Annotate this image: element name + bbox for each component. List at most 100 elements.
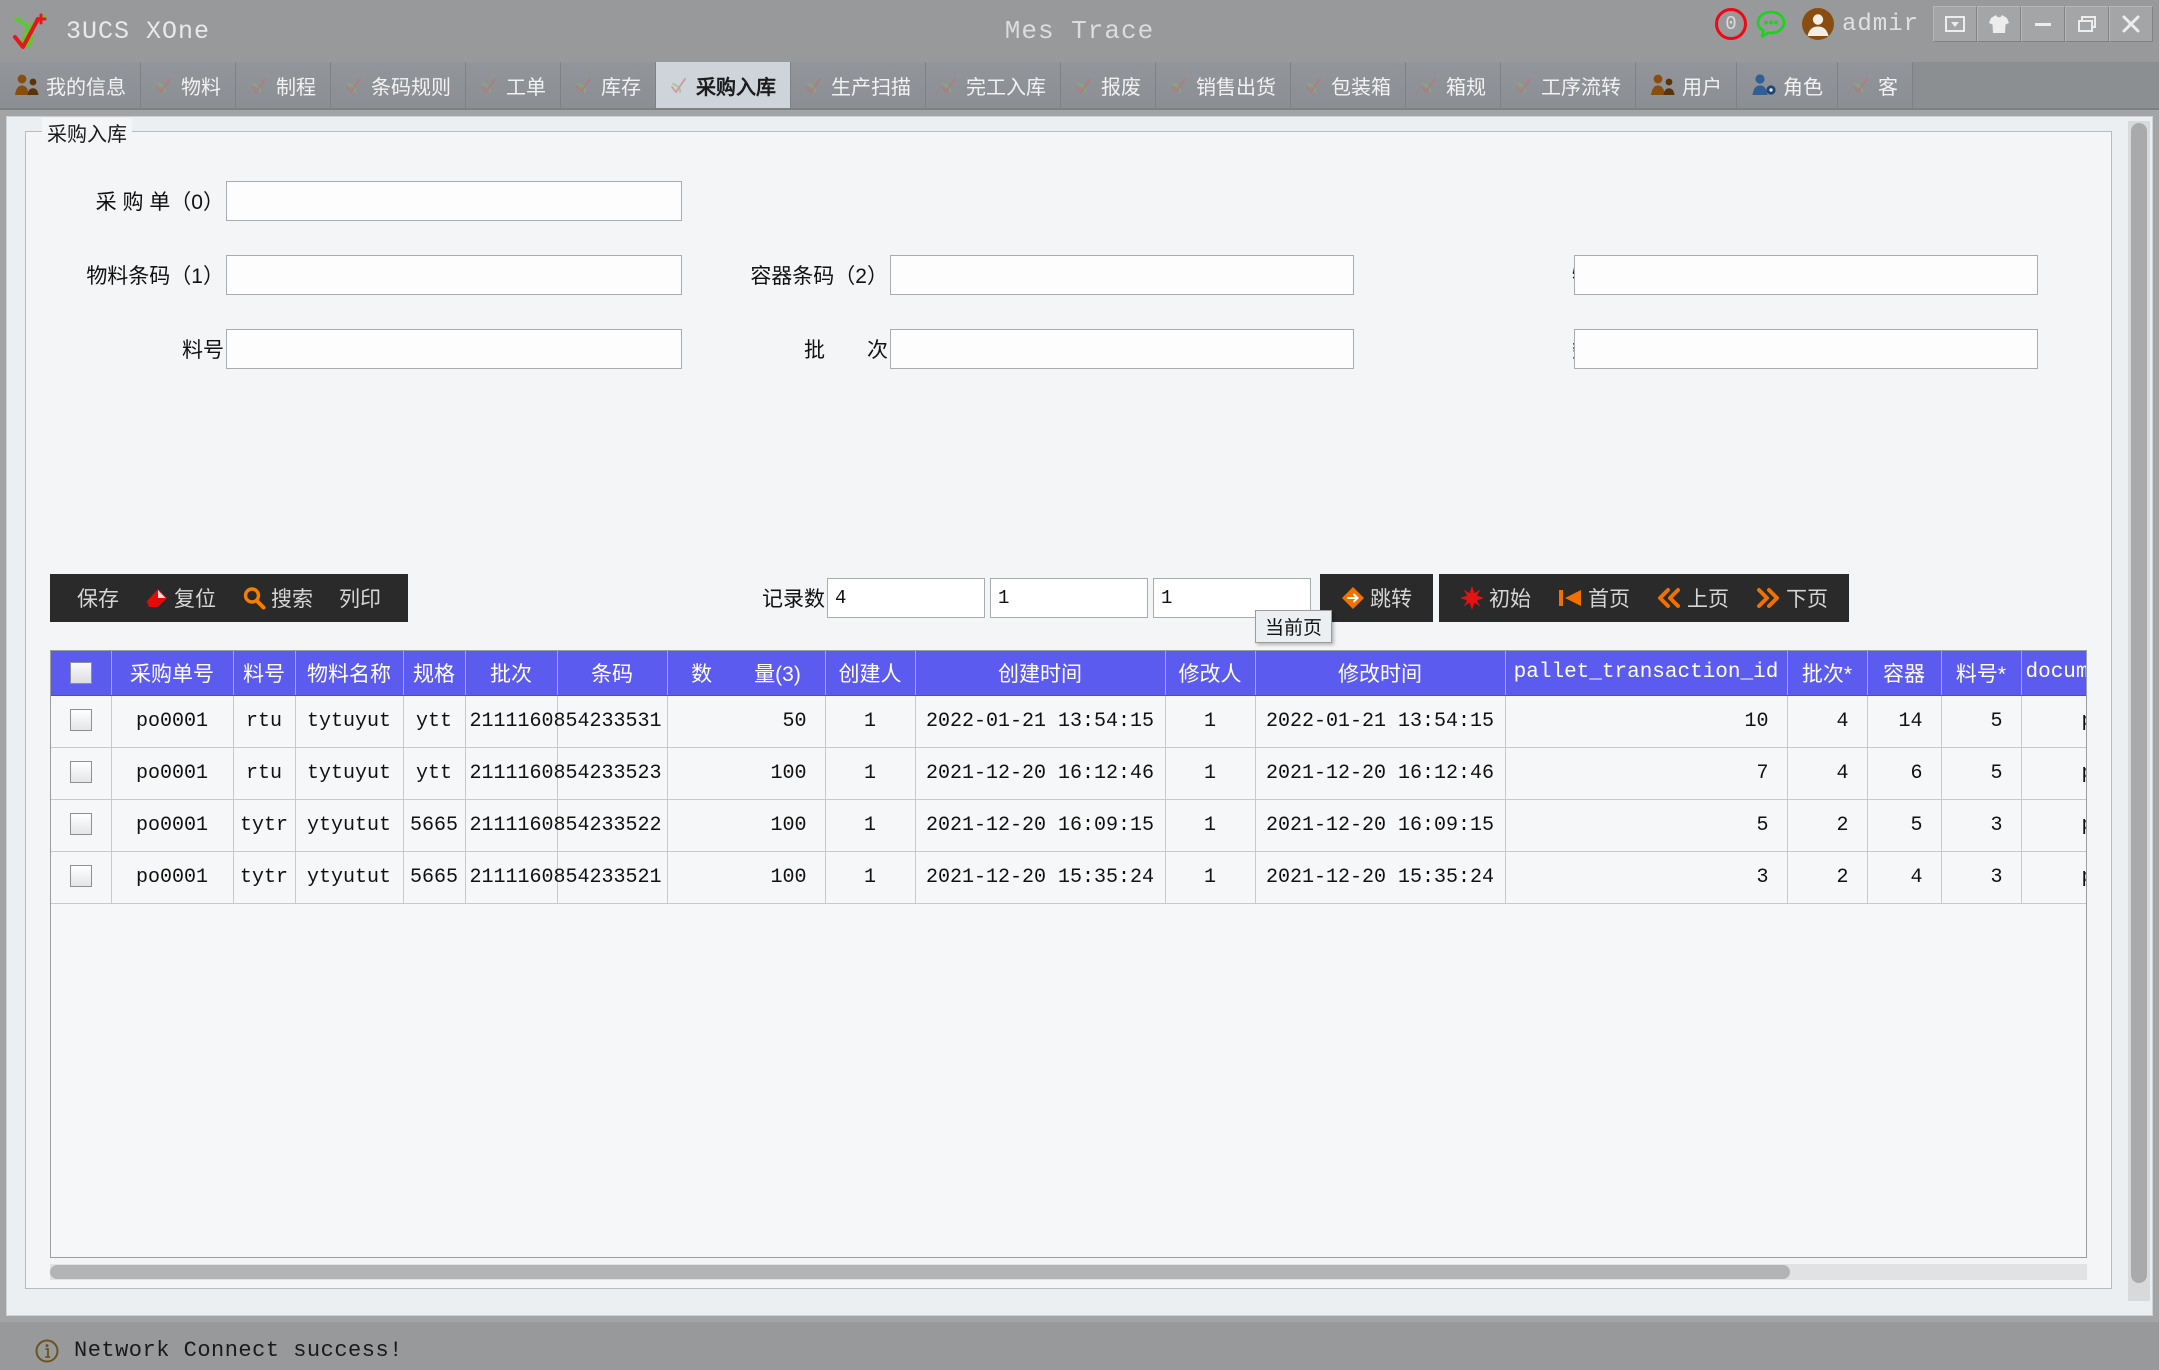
tab-报废[interactable]: 报废 xyxy=(1061,62,1156,108)
records-table-container[interactable]: 采购单号料号物料名称规格批次条码数 量(3) 创建人创建时间修改人修改时间pall… xyxy=(50,650,2087,1258)
table-header-cell-partno[interactable]: 料号 xyxy=(233,651,295,695)
table-cell-modifier: 1 xyxy=(1165,747,1255,799)
input-material-barcode[interactable] xyxy=(226,255,682,295)
avatar[interactable] xyxy=(1801,7,1835,41)
dropdown-button[interactable] xyxy=(1933,6,1977,42)
table-header-cell-po[interactable]: 采购单号 xyxy=(111,651,233,695)
row-checkbox[interactable] xyxy=(70,865,92,887)
tab-工序流转[interactable]: 工序流转 xyxy=(1501,62,1636,108)
input-container-barcode[interactable] xyxy=(890,255,1354,295)
table-header-cell-pallet[interactable]: pallet_transaction_id xyxy=(1505,651,1787,695)
page-vertical-scrollbar-thumb[interactable] xyxy=(2131,123,2147,1283)
table-horizontal-scrollbar[interactable] xyxy=(50,1264,2087,1280)
jump-button-inner[interactable]: 跳转 xyxy=(1328,583,1425,613)
next-page-button[interactable]: 下页 xyxy=(1742,583,1841,613)
select-all-checkbox[interactable] xyxy=(70,662,92,684)
status-message: Network Connect success! xyxy=(74,1338,403,1363)
input-part-number[interactable] xyxy=(226,329,682,369)
table-empty-cell xyxy=(1505,1163,1787,1215)
table-header-cell-ctime[interactable]: 创建时间 xyxy=(915,651,1165,695)
first-page-label: 首页 xyxy=(1588,583,1630,613)
search-button[interactable]: 搜索 xyxy=(229,583,326,613)
chat-bubble-icon[interactable] xyxy=(1755,8,1787,40)
minimize-button[interactable] xyxy=(2021,6,2065,42)
user-name[interactable]: admir xyxy=(1842,11,1919,38)
tab-角色[interactable]: 角色 xyxy=(1737,62,1838,108)
tab-销售出货[interactable]: 销售出货 xyxy=(1156,62,1291,108)
tab-工单[interactable]: 工单 xyxy=(466,62,561,108)
table-row[interactable]: po0001tytrytyutut56652111160854233522100… xyxy=(51,799,2087,851)
tab-客[interactable]: 客 xyxy=(1838,62,1913,108)
tab-箱规[interactable]: 箱规 xyxy=(1406,62,1501,108)
table-header-cell-container[interactable]: 容器 xyxy=(1867,651,1941,695)
table-cell-check xyxy=(51,747,111,799)
table-header-cell-modifier[interactable]: 修改人 xyxy=(1165,651,1255,695)
table-row[interactable]: po0001rtutytuyutytt211116085423352310012… xyxy=(51,747,2087,799)
first-page-button[interactable]: 首页 xyxy=(1544,583,1643,613)
tab-物料[interactable]: 物料 xyxy=(141,62,236,108)
table-header-cell-qty[interactable]: 数 量(3) xyxy=(667,651,825,695)
table-empty-cell xyxy=(403,1007,465,1059)
tab-label: 完工入库 xyxy=(966,71,1046,100)
restore-button[interactable] xyxy=(2065,6,2109,42)
table-header-cell-mtime[interactable]: 修改时间 xyxy=(1255,651,1505,695)
table-empty-cell xyxy=(295,1007,403,1059)
table-header-cell-lot[interactable]: 批次 xyxy=(465,651,557,695)
row-checkbox[interactable] xyxy=(70,709,92,731)
table-header-cell-doctype[interactable]: document_ty xyxy=(2021,651,2087,695)
table-horizontal-scrollbar-thumb[interactable] xyxy=(50,1265,1790,1279)
table-header-cell-barcode[interactable]: 条码 xyxy=(557,651,667,695)
table-header-cell-check[interactable] xyxy=(51,651,111,695)
cell-text: po0001 xyxy=(136,866,208,889)
label-lot: 批 次 xyxy=(726,334,890,364)
tab-完工入库[interactable]: 完工入库 xyxy=(926,62,1061,108)
table-header-label: 修改人 xyxy=(1179,663,1242,686)
tab-包装箱[interactable]: 包装箱 xyxy=(1291,62,1406,108)
close-button[interactable] xyxy=(2109,6,2153,42)
total-pages-input[interactable] xyxy=(990,578,1148,618)
main-tab-bar[interactable]: 我的信息物料制程条码规则工单库存采购入库生产扫描 完工入库报废销售出货包装箱箱规工… xyxy=(0,62,2159,110)
record-count-input[interactable] xyxy=(827,578,985,618)
jump-button[interactable]: 跳转 xyxy=(1320,574,1433,622)
reset-button[interactable]: 复位 xyxy=(132,583,229,613)
check-icon xyxy=(250,75,270,95)
table-header-cell-spec[interactable]: 规格 xyxy=(403,651,465,695)
table-empty-cell xyxy=(1941,1059,2021,1111)
tab-制程[interactable]: 制程 xyxy=(236,62,331,108)
tab-库存[interactable]: 库存 xyxy=(561,62,656,108)
table-header-label: 创建人 xyxy=(839,663,902,686)
tab-采购入库[interactable]: 采购入库 xyxy=(656,62,791,108)
table-header-cell-partno2[interactable]: 料号* xyxy=(1941,651,2021,695)
save-button[interactable]: 保存 xyxy=(64,583,132,613)
starburst-icon xyxy=(1460,586,1484,610)
init-button[interactable]: 初始 xyxy=(1447,583,1544,613)
table-row[interactable]: po0001tytrytyutut56652111160854233521100… xyxy=(51,851,2087,903)
table-empty-cell xyxy=(1505,1111,1787,1163)
table-body: po0001rtutytuyutytt211116085423353150120… xyxy=(51,695,2087,1258)
input-material-name[interactable] xyxy=(1574,255,2038,295)
table-empty-cell xyxy=(1165,1059,1255,1111)
table-empty-cell xyxy=(111,955,233,1007)
cell-text: 2 xyxy=(1836,866,1848,889)
skin-button[interactable] xyxy=(1977,6,2021,42)
input-lot[interactable] xyxy=(890,329,1354,369)
tab-条码规则[interactable]: 条码规则 xyxy=(331,62,466,108)
table-row[interactable]: po0001rtutytuyutytt211116085423353150120… xyxy=(51,695,2087,747)
print-button[interactable]: 列印 xyxy=(326,583,394,613)
table-cell-pallet: 5 xyxy=(1505,799,1787,851)
table-cell-spec: ytt xyxy=(403,747,465,799)
input-purchase-order[interactable] xyxy=(226,181,682,221)
table-header-label: 批次* xyxy=(1802,663,1852,686)
row-checkbox[interactable] xyxy=(70,813,92,835)
input-quantity[interactable] xyxy=(1574,329,2038,369)
table-header-cell-lot2[interactable]: 批次* xyxy=(1787,651,1867,695)
notification-badge[interactable]: 0 xyxy=(1715,8,1747,40)
tab-用户[interactable]: 用户 xyxy=(1636,62,1737,108)
tab-生产扫描[interactable]: 生产扫描 xyxy=(791,62,926,108)
table-header-cell-name[interactable]: 物料名称 xyxy=(295,651,403,695)
prev-page-button[interactable]: 上页 xyxy=(1643,583,1742,613)
table-header-cell-creator[interactable]: 创建人 xyxy=(825,651,915,695)
page-vertical-scrollbar[interactable] xyxy=(2128,121,2150,1301)
row-checkbox[interactable] xyxy=(70,761,92,783)
tab-我的信息[interactable]: 我的信息 xyxy=(0,62,141,108)
